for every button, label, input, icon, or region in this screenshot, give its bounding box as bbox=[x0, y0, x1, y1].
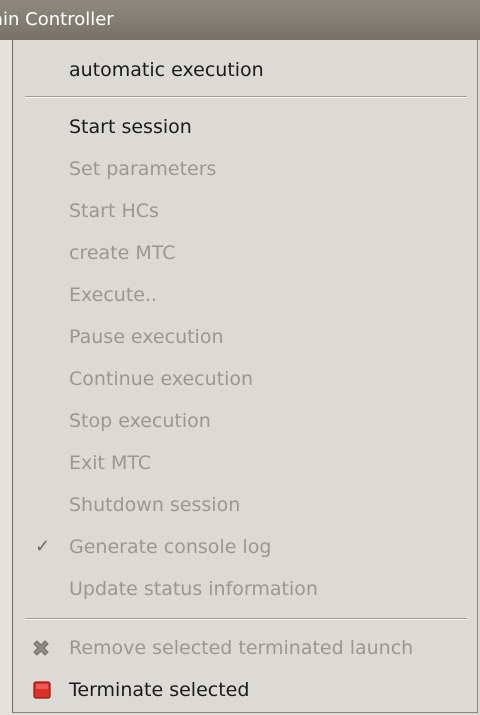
menu-item-label: Exit MTC bbox=[69, 452, 152, 474]
menu-item-shutdown-session[interactable]: Shutdown session bbox=[13, 485, 477, 525]
remove-x-icon bbox=[33, 640, 49, 656]
menu-item-label: Generate console log bbox=[69, 536, 272, 558]
menu-item-label: Continue execution bbox=[69, 368, 254, 390]
menu-item-label: Set parameters bbox=[69, 158, 217, 180]
window-title-bar[interactable]: ain Controller bbox=[0, 0, 480, 40]
menu-item-generate-console-log[interactable]: ✓ Generate console log bbox=[13, 527, 477, 567]
menu-separator bbox=[25, 618, 467, 620]
menu-item-continue-execution[interactable]: Continue execution bbox=[13, 359, 477, 399]
menu-item-pause-execution[interactable]: Pause execution bbox=[13, 317, 477, 357]
menu-item-label: Update status information bbox=[69, 578, 318, 600]
menu-item-label: Stop execution bbox=[69, 410, 211, 432]
menu-separator bbox=[25, 96, 467, 98]
menu-item-create-mtc[interactable]: create MTC bbox=[13, 233, 477, 273]
menu-item-exit-mtc[interactable]: Exit MTC bbox=[13, 443, 477, 483]
menu-item-terminate-selected[interactable]: Terminate selected bbox=[13, 670, 477, 710]
checkmark-icon: ✓ bbox=[35, 536, 51, 557]
menu-item-automatic-execution[interactable]: automatic execution bbox=[13, 50, 477, 90]
menu-item-label: create MTC bbox=[69, 242, 176, 264]
menu-item-label: automatic execution bbox=[69, 59, 264, 81]
window-title: ain Controller bbox=[0, 9, 114, 30]
menu-item-update-status-information[interactable]: Update status information bbox=[13, 569, 477, 609]
menu-item-label: Pause execution bbox=[69, 326, 224, 348]
background-window-edge bbox=[0, 40, 12, 715]
menu-item-set-parameters[interactable]: Set parameters bbox=[13, 149, 477, 189]
menu-item-label: Shutdown session bbox=[69, 494, 241, 516]
context-menu: automatic execution Start session Set pa… bbox=[12, 40, 478, 713]
menu-item-remove-selected-terminated-launch[interactable]: Remove selected terminated launch bbox=[13, 628, 477, 668]
menu-item-stop-execution[interactable]: Stop execution bbox=[13, 401, 477, 441]
menu-item-label: Execute.. bbox=[69, 284, 158, 306]
menu-item-label: Start HCs bbox=[69, 200, 159, 222]
menu-item-label: Start session bbox=[69, 116, 192, 138]
menu-item-label: Remove selected terminated launch bbox=[69, 637, 414, 659]
menu-item-label: Terminate selected bbox=[69, 679, 250, 701]
menu-item-execute[interactable]: Execute.. bbox=[13, 275, 477, 315]
menu-item-start-session[interactable]: Start session bbox=[13, 107, 477, 147]
terminate-red-square-icon bbox=[33, 681, 51, 699]
menu-item-start-hcs[interactable]: Start HCs bbox=[13, 191, 477, 231]
